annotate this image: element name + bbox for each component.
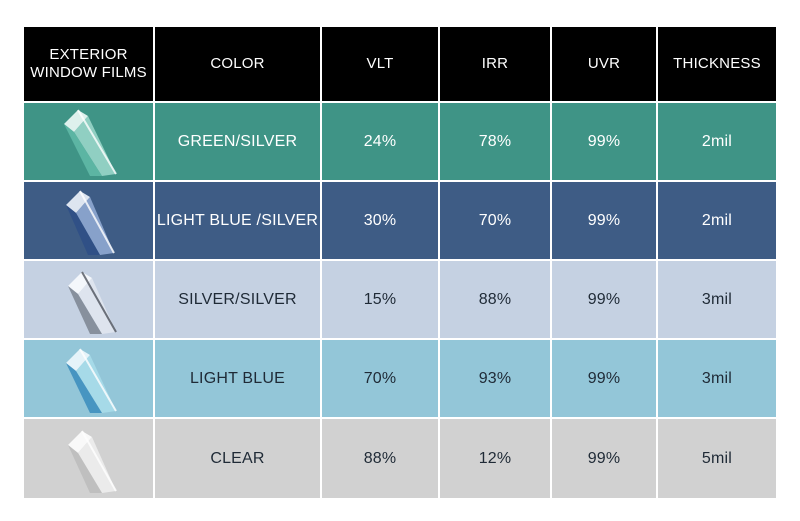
color-cell: CLEAR (155, 419, 322, 498)
table-row: SILVER/SILVER 15% 88% 99% 3mil (24, 261, 776, 338)
uvr-cell: 99% (552, 419, 658, 498)
irr-cell: 93% (440, 340, 552, 417)
thickness-cell: 3mil (701, 290, 733, 308)
color-cell: GREEN/SILVER (155, 103, 322, 180)
film-roll-green-icon (24, 103, 155, 180)
window-films-table: EXTERIOR WINDOW FILMS COLOR VLT IRR UVR … (24, 27, 776, 498)
vlt-cell: 30% (322, 182, 440, 259)
uvr-cell: 99% (552, 340, 658, 417)
table-row: LIGHT BLUE 70% 93% 99% 3mil (24, 340, 776, 417)
uvr-cell: 99% (552, 103, 658, 180)
uvr-cell: 99% (552, 261, 658, 338)
vlt-cell: 88% (322, 419, 440, 498)
thickness-cell: 5mil (701, 449, 733, 467)
vlt-cell: 70% (322, 340, 440, 417)
color-cell: LIGHT BLUE (155, 340, 322, 417)
thickness-cell: 2mil (701, 132, 733, 150)
film-roll-silver-icon (24, 261, 155, 338)
header-exterior-window-films: EXTERIOR WINDOW FILMS (24, 27, 155, 101)
table-row: CLEAR 88% 12% 99% 5mil (24, 419, 776, 498)
irr-cell: 78% (440, 103, 552, 180)
irr-cell: 70% (440, 182, 552, 259)
film-roll-light-blue-icon (24, 340, 155, 417)
vlt-cell: 24% (322, 103, 440, 180)
color-cell: SILVER/SILVER (155, 261, 322, 338)
film-roll-blue-icon (24, 182, 155, 259)
irr-cell: 12% (440, 419, 552, 498)
header-color: COLOR (155, 27, 322, 101)
table-header-row: EXTERIOR WINDOW FILMS COLOR VLT IRR UVR … (24, 27, 776, 101)
header-uvr: UVR (552, 27, 658, 101)
thickness-cell: 2mil (701, 211, 733, 229)
film-roll-clear-icon (24, 419, 155, 498)
color-cell: LIGHT BLUE /SILVER (155, 182, 322, 259)
header-irr: IRR (440, 27, 552, 101)
table-row: LIGHT BLUE /SILVER 30% 70% 99% 2mil (24, 182, 776, 259)
thickness-cell: 3mil (701, 369, 733, 387)
table-row: GREEN/SILVER 24% 78% 99% 2mil (24, 103, 776, 180)
header-thickness: THICKNESS (673, 55, 761, 72)
header-vlt: VLT (322, 27, 440, 101)
uvr-cell: 99% (552, 182, 658, 259)
irr-cell: 88% (440, 261, 552, 338)
vlt-cell: 15% (322, 261, 440, 338)
